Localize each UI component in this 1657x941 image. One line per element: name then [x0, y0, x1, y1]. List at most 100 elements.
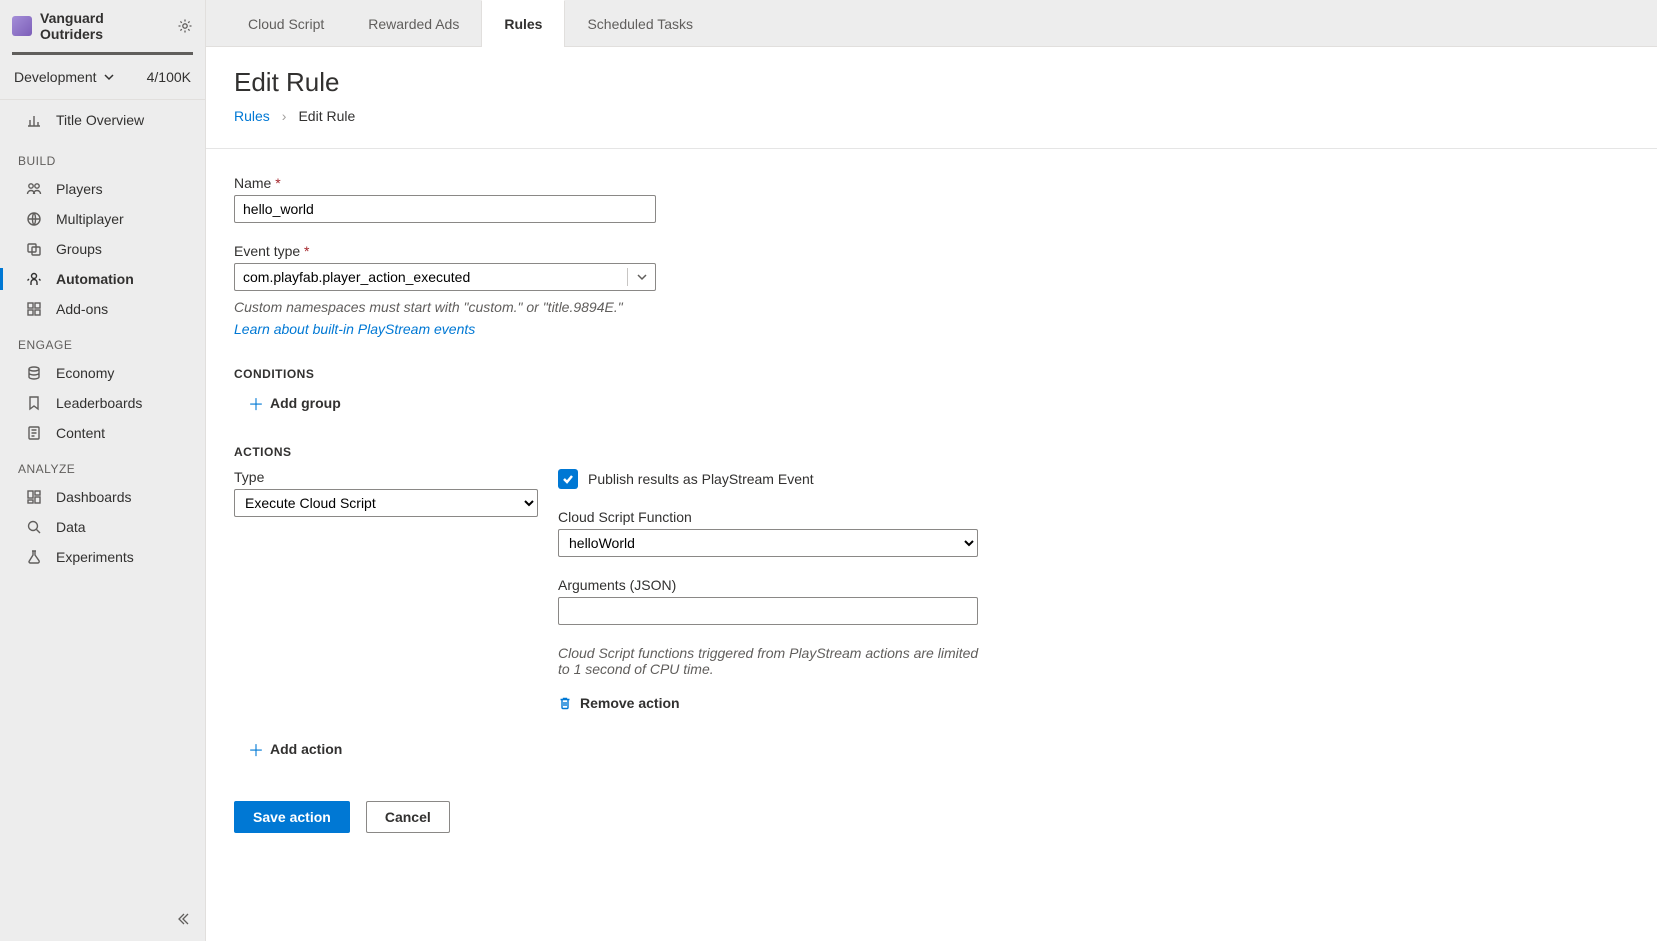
- check-icon: [558, 469, 578, 489]
- nav-section-engage: ENGAGE: [0, 324, 205, 358]
- add-action-label: Add action: [270, 741, 342, 757]
- cancel-button[interactable]: Cancel: [366, 801, 450, 833]
- environment-label: Development: [14, 69, 97, 85]
- nav-economy[interactable]: Economy: [0, 358, 205, 388]
- arguments-input[interactable]: [558, 597, 978, 625]
- nav-label: Players: [56, 181, 103, 197]
- add-group-label: Add group: [270, 395, 341, 411]
- add-group-button[interactable]: ＋ Add group: [234, 391, 1629, 415]
- studio-header: Vanguard Outriders: [0, 0, 205, 50]
- nav-dashboards[interactable]: Dashboards: [0, 482, 205, 512]
- tab-label: Scheduled Tasks: [587, 16, 693, 32]
- plus-icon: ＋: [248, 391, 262, 415]
- breadcrumb-rules[interactable]: Rules: [234, 108, 270, 124]
- nav-label: Data: [56, 519, 86, 535]
- content: Edit Rule Rules › Edit Rule Name * Event…: [206, 47, 1657, 941]
- trash-icon: [558, 696, 572, 710]
- automation-icon: [26, 271, 42, 287]
- players-icon: [26, 181, 42, 197]
- nav-addons[interactable]: Add-ons: [0, 294, 205, 324]
- publish-checkbox[interactable]: Publish results as PlayStream Event: [558, 469, 988, 489]
- dashboard-icon: [26, 489, 42, 505]
- gear-icon[interactable]: [177, 18, 193, 34]
- nav-experiments[interactable]: Experiments: [0, 542, 205, 572]
- content-icon: [26, 425, 42, 441]
- environment-count: 4/100K: [147, 69, 191, 85]
- action-row: Type Execute Cloud Script Publish result…: [234, 469, 1629, 711]
- eventtype-select[interactable]: [234, 263, 656, 291]
- action-type-select[interactable]: Execute Cloud Script: [234, 489, 538, 517]
- nav-label: Leaderboards: [56, 395, 142, 411]
- nav-content[interactable]: Content: [0, 418, 205, 448]
- addons-icon: [26, 301, 42, 317]
- actions-header: ACTIONS: [234, 445, 1629, 459]
- publish-label: Publish results as PlayStream Event: [588, 471, 814, 487]
- nav-section-analyze: ANALYZE: [0, 448, 205, 482]
- nav-label: Title Overview: [56, 112, 144, 128]
- field-event-type: Event type * Custom namespaces must star…: [234, 243, 1629, 337]
- nav-label: Multiplayer: [56, 211, 124, 227]
- tabs: Cloud Script Rewarded Ads Rules Schedule…: [206, 0, 1657, 47]
- tab-rewarded-ads[interactable]: Rewarded Ads: [346, 0, 481, 46]
- divider: [206, 148, 1657, 149]
- chevron-right-icon: ›: [282, 108, 287, 124]
- nav-label: Economy: [56, 365, 114, 381]
- bookmark-icon: [26, 395, 42, 411]
- namespace-helper: Custom namespaces must start with "custo…: [234, 299, 1629, 315]
- nav-label: Content: [56, 425, 105, 441]
- nav-label: Dashboards: [56, 489, 132, 505]
- groups-icon: [26, 241, 42, 257]
- nav-automation[interactable]: Automation: [0, 264, 205, 294]
- plus-icon: ＋: [248, 737, 262, 761]
- collapse-sidebar-icon[interactable]: [175, 911, 191, 927]
- nav-multiplayer[interactable]: Multiplayer: [0, 204, 205, 234]
- eventtype-input[interactable]: [234, 263, 656, 291]
- nav-label: Add-ons: [56, 301, 108, 317]
- chart-icon: [26, 112, 42, 128]
- field-cloud-function: Cloud Script Function helloWorld: [558, 509, 988, 557]
- field-arguments: Arguments (JSON): [558, 577, 988, 625]
- conditions-header: CONDITIONS: [234, 367, 1629, 381]
- cloud-function-select[interactable]: helloWorld: [558, 529, 978, 557]
- nav-players[interactable]: Players: [0, 174, 205, 204]
- globe-icon: [26, 211, 42, 227]
- name-input[interactable]: [234, 195, 656, 223]
- remove-action-label: Remove action: [580, 695, 680, 711]
- page-title: Edit Rule: [234, 67, 1629, 98]
- nav-label: Groups: [56, 241, 102, 257]
- remove-action-button[interactable]: Remove action: [558, 695, 988, 711]
- save-button[interactable]: Save action: [234, 801, 350, 833]
- nav-groups[interactable]: Groups: [0, 234, 205, 264]
- breadcrumb: Rules › Edit Rule: [234, 108, 1629, 124]
- tab-rules[interactable]: Rules: [481, 0, 565, 47]
- add-action-button[interactable]: ＋ Add action: [234, 737, 1629, 761]
- breadcrumb-current: Edit Rule: [298, 108, 355, 124]
- tab-scheduled-tasks[interactable]: Scheduled Tasks: [565, 0, 715, 46]
- nav-data[interactable]: Data: [0, 512, 205, 542]
- sidebar-nav: Title Overview BUILD Players Multiplayer…: [0, 100, 205, 941]
- func-label: Cloud Script Function: [558, 509, 988, 525]
- tab-cloud-script[interactable]: Cloud Script: [226, 0, 346, 46]
- environment-selector[interactable]: Development 4/100K: [0, 55, 205, 100]
- name-label: Name *: [234, 175, 1629, 191]
- sidebar: Vanguard Outriders Development 4/100K Ti…: [0, 0, 206, 941]
- field-name: Name *: [234, 175, 1629, 223]
- args-label: Arguments (JSON): [558, 577, 988, 593]
- cpu-helper: Cloud Script functions triggered from Pl…: [558, 645, 988, 677]
- economy-icon: [26, 365, 42, 381]
- nav-title-overview[interactable]: Title Overview: [0, 100, 205, 140]
- eventtype-label: Event type *: [234, 243, 1629, 259]
- main: Cloud Script Rewarded Ads Rules Schedule…: [206, 0, 1657, 941]
- nav-label: Automation: [56, 271, 134, 287]
- learn-playstream-link[interactable]: Learn about built-in PlayStream events: [234, 321, 475, 337]
- nav-leaderboards[interactable]: Leaderboards: [0, 388, 205, 418]
- tab-label: Rewarded Ads: [368, 16, 459, 32]
- studio-logo: [12, 16, 32, 36]
- nav-label: Experiments: [56, 549, 134, 565]
- search-icon: [26, 519, 42, 535]
- flask-icon: [26, 549, 42, 565]
- type-label: Type: [234, 469, 538, 485]
- tab-label: Cloud Script: [248, 16, 324, 32]
- studio-name: Vanguard Outriders: [40, 10, 169, 42]
- nav-section-build: BUILD: [0, 140, 205, 174]
